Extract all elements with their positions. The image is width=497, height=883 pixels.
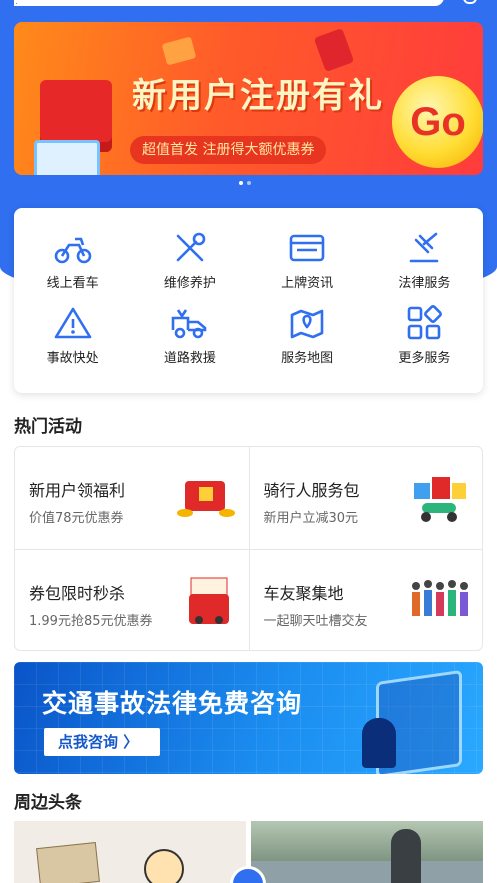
news-card-thumbnail[interactable] [251,821,483,883]
gift-scooter-icon [414,477,466,522]
news-card-thumbnail[interactable] [14,821,246,883]
warning-icon [53,305,93,341]
activity-flash-sale[interactable]: 券包限时秒杀 1.99元抢85元优惠券 [15,548,249,651]
activity-new-user[interactable]: 新用户领福利 价值78元优惠券 [15,447,249,549]
nearby-news-title: 周边头条 [14,793,82,813]
pager-dot [247,181,251,185]
service-label: 上牌资讯 [281,276,334,291]
service-license[interactable]: 上牌资讯 [249,230,366,305]
coupon-scooter-icon [188,577,229,624]
wrench-icon [170,230,210,266]
promo-banner[interactable]: 新用户注册有礼 超值首发 注册得大额优惠券 Go [14,22,483,175]
street-photo [251,821,483,861]
legal-banner-title: 交通事故法律免费咨询 [42,689,303,718]
banner-pager [239,181,251,185]
grid-icon [404,305,444,341]
gavel-icon [404,230,444,266]
service-legal[interactable]: 法律服务 [366,230,483,305]
pager-dot-active [239,181,243,185]
service-map[interactable]: 服务地图 [249,305,366,380]
service-maintenance[interactable]: 维修养护 [131,230,248,305]
service-more[interactable]: 更多服务 [366,305,483,380]
tow-truck-icon [170,305,210,341]
hot-activities-grid: 新用户领福利 价值78元优惠券 骑行人服务包 新用户立减30元 券包限时秒杀 1… [14,446,483,651]
banner-title: 新用户注册有礼 [132,76,384,116]
cartoon-face-illustration [144,849,184,883]
gift-box-icon [34,140,100,175]
hot-activities-title: 热门活动 [14,417,82,437]
service-label: 维修养护 [163,276,216,291]
service-label: 线上看车 [46,276,99,291]
service-online-view[interactable]: 线上看车 [14,230,131,305]
service-accident[interactable]: 事故快处 [14,305,131,380]
service-rescue[interactable]: 道路救援 [131,305,248,380]
service-label: 事故快处 [46,351,99,366]
banner-subtitle: 超值首发 注册得大额优惠券 [130,136,327,164]
lucky-bag-icon [176,481,235,517]
consultant-illustration [362,718,396,768]
activity-rider-community[interactable]: 车友聚集地 一起聊天吐槽交友 [248,548,482,650]
red-envelope-icon [313,27,355,73]
go-button[interactable]: Go [392,76,483,168]
license-plate-icon [287,230,327,266]
service-label: 道路救援 [163,351,216,366]
service-grid: 线上看车 维修养护 上牌资讯 法律服务 事故快处 道路救援 服务地图 更多服务 [14,208,483,393]
rider-photo [391,829,421,883]
cartoon-box-illustration [36,841,100,883]
map-pin-icon [287,305,327,341]
crowd-icon [412,579,468,616]
service-label: 法律服务 [398,276,451,291]
search-bar[interactable] [14,0,444,6]
service-label: 更多服务 [398,351,451,366]
red-packet-decoration [161,36,197,66]
activity-rider-pack[interactable]: 骑行人服务包 新用户立减30元 [248,447,483,549]
consult-button[interactable]: 点我咨询 〉 [44,728,160,756]
motorbike-icon [53,230,93,266]
legal-consult-banner[interactable]: 交通事故法律免费咨询 点我咨询 〉 [14,662,483,774]
service-label: 服务地图 [281,351,334,366]
